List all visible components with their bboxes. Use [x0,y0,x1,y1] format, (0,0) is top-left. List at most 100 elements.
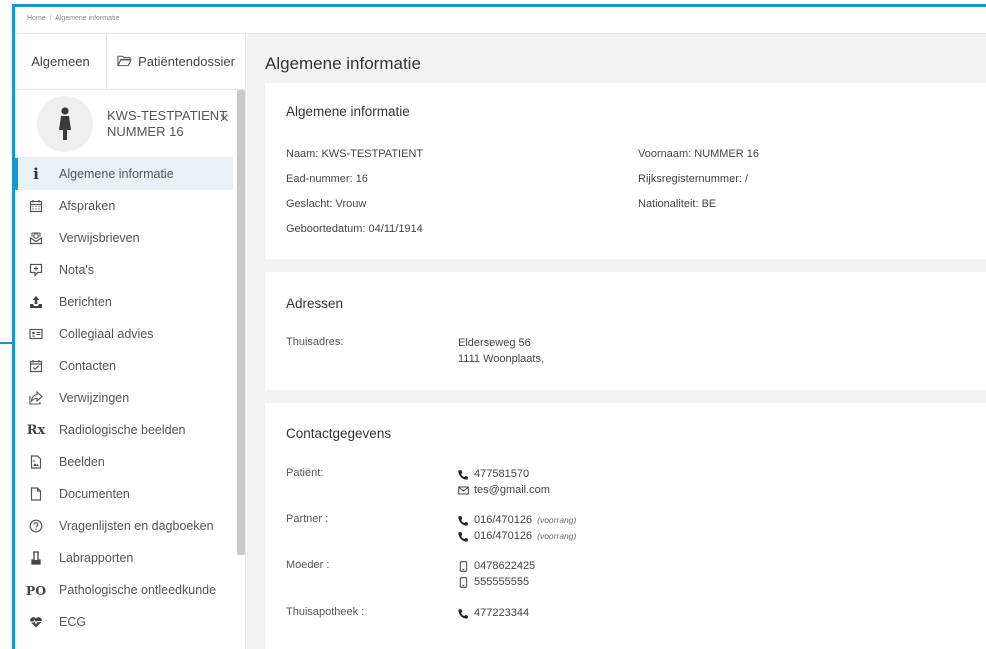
general-info-card: Algemene informatie Naam: KWS-TESTPATIEN… [265,83,986,259]
card-title: Adressen [286,296,344,311]
card-title: Contactgegevens [286,426,392,441]
field-naam: Naam: KWS-TESTPATIENT [286,148,424,160]
phone-icon [458,515,469,526]
question-circle-icon [25,518,47,534]
sidebar-item-verwijzingen[interactable]: Verwijzingen [15,382,233,414]
field-geslacht: Geslacht: Vrouw [286,198,367,210]
patient-card: KWS-TESTPATIENT NUMMER 16 × [15,90,233,158]
po-icon: PO [25,582,47,598]
sidebar-item-label: Afspraken [59,199,116,213]
moeder-mobile-row: 0478622425 [458,558,535,574]
sidebar-item-label: Collegiaal advies [59,327,154,341]
partner-phone-row: 016/470126 (voorrang) [458,512,576,528]
share-icon [25,390,47,406]
moeder-mobile[interactable]: 555555555 [474,574,529,590]
rx-icon: Rx [26,422,46,438]
sidebar-item-label: Nota's [59,263,95,277]
moeder-mobile-row: 555555555 [458,574,535,590]
sidebar-item-label: Verwijsbrieven [59,231,140,245]
partner-contact: 016/470126 (voorrang) 016/470126 (voorra… [458,512,576,544]
sidebar-item-radiologische-beelden[interactable]: Rx Radiologische beelden [15,414,233,446]
patient-contact: 477581570 tes@gmail.com [458,466,550,498]
partner-phone[interactable]: 016/470126 [474,512,532,528]
image-file-icon [25,454,47,470]
sidebar-item-collegiaal-advies[interactable]: Collegiaal advies [15,318,233,350]
calendar-check-icon [25,358,47,374]
sidebar-item-labrapporten[interactable]: Labrapporten [15,542,233,574]
label-thuisapotheek: Thuisapotheek : [286,606,365,618]
priority-note: (voorrang) [537,531,577,541]
sidebar-menu: i Algemene informatie Afspraken Verwijsb… [15,158,245,638]
field-geboortedatum: Geboortedatum: 04/11/1914 [286,223,423,235]
close-icon[interactable]: × [220,110,229,128]
note-plus-icon [25,262,47,278]
field-nationaliteit: Nationaliteit: BE [638,198,717,210]
sidebar-item-contacten[interactable]: Contacten [15,350,233,382]
partner-phone[interactable]: 016/470126 [474,528,532,544]
apotheek-contact: 477223344 [458,605,529,621]
field-ead-nummer: Ead-nummer: 16 [286,173,368,185]
avatar [37,95,93,152]
moeder-mobile[interactable]: 0478622425 [474,558,535,574]
folder-open-icon [117,54,132,70]
envelope-icon [458,486,469,494]
mobile-phone-icon [459,560,468,572]
sidebar-item-verwijsbrieven[interactable]: Verwijsbrieven [15,222,233,254]
contacts-card: Contactgegevens Patiënt: 477581570 tes@g… [265,403,986,649]
sidebar-item-beelden[interactable]: Beelden [15,446,233,478]
sidebar-item-notas[interactable]: Nota's [15,254,233,286]
priority-note: (voorrang) [537,515,577,525]
sidebar-item-label: Beelden [59,455,105,469]
sidebar-item-label: Documenten [59,487,130,501]
sidebar-item-label: Verwijzingen [59,391,130,405]
patient-email-row: tes@gmail.com [458,482,550,498]
heartbeat-icon [25,614,47,630]
sidebar-item-afspraken[interactable]: Afspraken [15,190,233,222]
card-title: Algemene informatie [286,104,410,119]
phone-icon [458,531,469,542]
field-rijksregisternummer: Rijksregisternummer: / [638,173,749,185]
sidebar-tabs: Algemeen Patiëntendossier [15,34,245,90]
document-icon [25,486,47,502]
sidebar-item-ecg[interactable]: ECG [15,606,233,638]
id-card-icon [25,326,47,342]
mobile-phone-icon [459,576,468,588]
label-partner: Partner : [286,513,329,525]
main-content: Algemene informatie Algemene informatie … [247,34,986,649]
sidebar-item-label: ECG [59,615,87,629]
sidebar-item-vragenlijsten[interactable]: Vragenlijsten en dagboeken [15,510,233,542]
address-line1: Elderseweg 56 [458,337,531,349]
sidebar-item-label: Vragenlijsten en dagboeken [59,519,214,533]
moeder-contact: 0478622425 555555555 [458,558,535,590]
sidebar-scrollbar[interactable] [237,90,245,555]
page-title: Algemene informatie [265,54,421,73]
tab-algemeen-label: Algemeen [31,54,90,69]
sidebar-item-pathologische-ontleedkunde[interactable]: PO Pathologische ontleedkunde [15,574,233,606]
address-line2: 1111 Woonplaats, [458,353,545,365]
apotheek-phone[interactable]: 477223344 [474,605,529,621]
sidebar: Algemeen Patiëntendossier KWS-TESTPATIEN… [15,34,246,649]
breadcrumb-current: Algemene informatie [55,15,120,22]
sidebar-item-documenten[interactable]: Documenten [15,478,233,510]
tab-patientendossier[interactable]: Patiëntendossier [107,34,245,89]
patient-phone-row: 477581570 [458,466,550,482]
field-voornaam: Voornaam: NUMMER 16 [638,148,760,160]
address-value: Elderseweg 56 1111 Woonplaats, [458,335,544,367]
app-window: Home / Algemene informatie Algemeen Pati… [12,4,986,649]
patient-name: KWS-TESTPATIENT NUMMER 16 [107,108,227,140]
referral-letter-icon [25,230,47,246]
info-icon: i [33,165,39,183]
upload-tray-icon [25,294,47,310]
patient-email[interactable]: tes@gmail.com [474,482,550,498]
breadcrumb-separator: / [49,15,52,22]
breadcrumb-home[interactable]: Home [27,15,46,22]
calendar-icon [25,198,47,214]
tab-algemeen[interactable]: Algemeen [15,34,107,89]
female-person-icon [59,106,71,140]
sidebar-item-berichten[interactable]: Berichten [15,286,233,318]
patient-phone[interactable]: 477581570 [474,466,529,482]
flask-icon [25,550,47,566]
phone-icon [458,608,469,619]
partner-phone-row: 016/470126 (voorrang) [458,528,576,544]
sidebar-item-algemene-informatie[interactable]: i Algemene informatie [15,158,233,190]
